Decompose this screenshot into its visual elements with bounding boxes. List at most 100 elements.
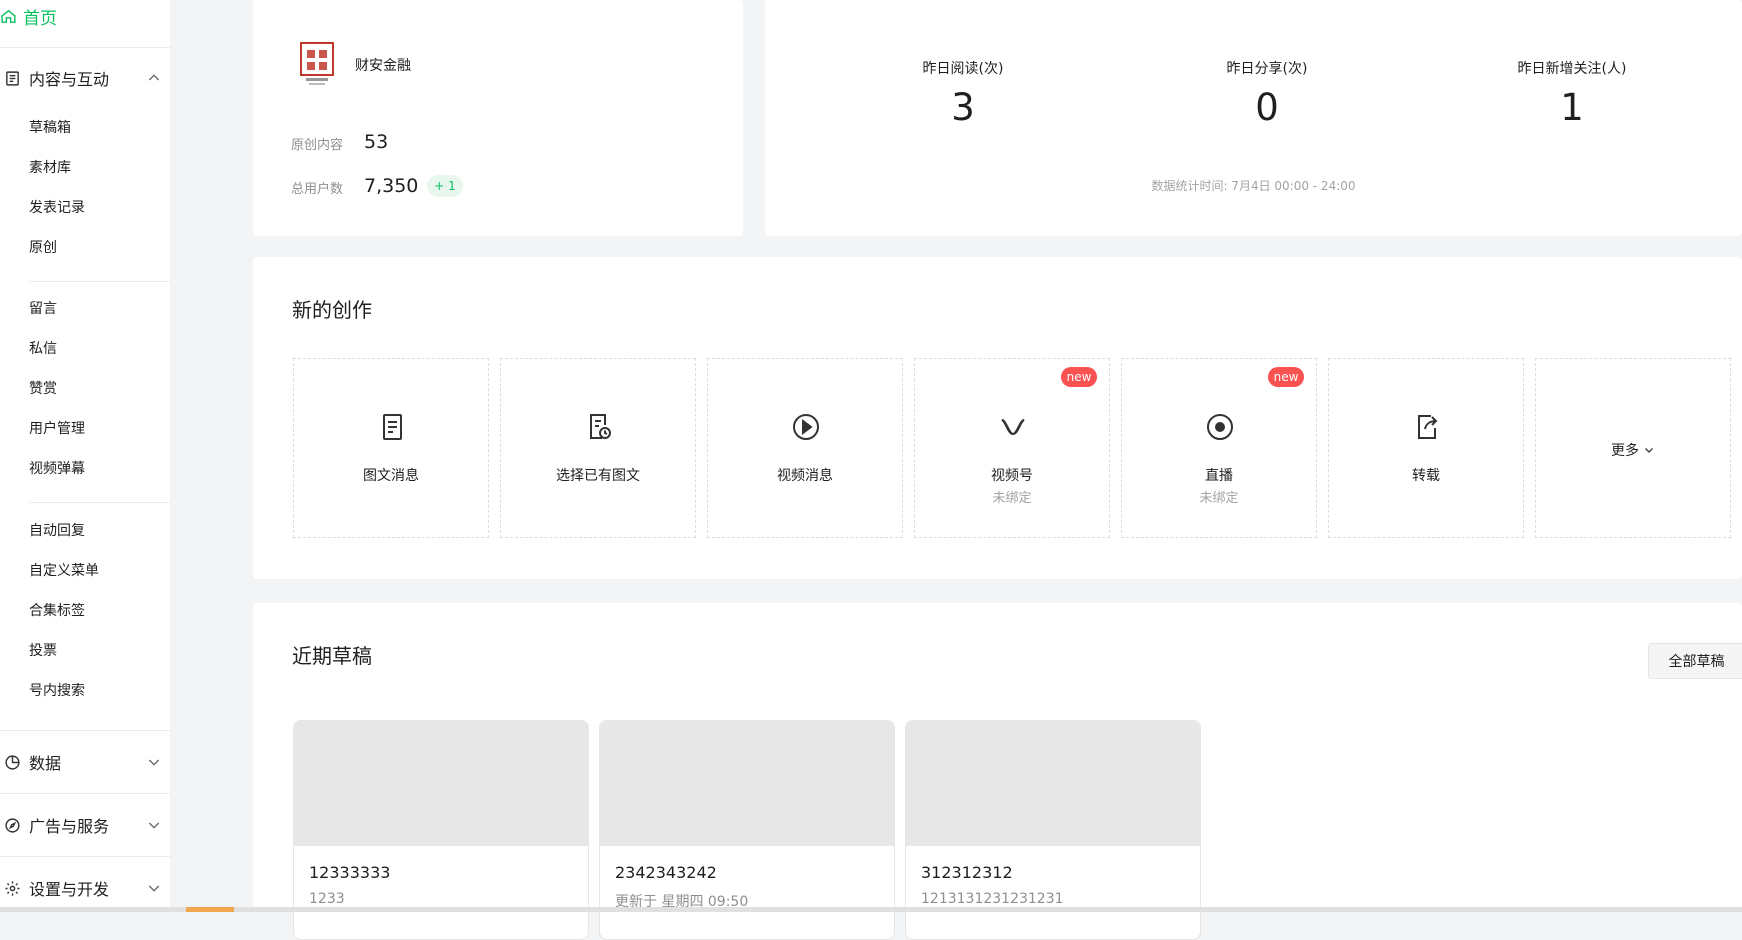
metric-value: 0 <box>1255 86 1279 129</box>
sidebar-item-rewards[interactable]: 赞赏 <box>29 379 57 399</box>
create-repost-card[interactable]: 转载 <box>1328 358 1524 538</box>
sidebar-item-video-danmaku[interactable]: 视频弹幕 <box>29 459 85 479</box>
new-badge: new <box>1268 367 1304 387</box>
document-icon <box>4 70 21 87</box>
chevron-up-icon <box>148 74 160 81</box>
sidebar-item-collection-tags[interactable]: 合集标签 <box>29 601 85 621</box>
sidebar-group-label: 内容与互动 <box>29 70 110 89</box>
metric-value: 3 <box>951 86 975 129</box>
draft-thumbnail <box>600 721 894 846</box>
scrollbar-thumb[interactable] <box>186 907 234 912</box>
divider <box>0 47 170 48</box>
chevron-down-icon <box>148 885 160 892</box>
chevron-down-icon <box>148 759 160 766</box>
sidebar-item-publish-records[interactable]: 发表记录 <box>29 198 85 218</box>
sidebar-home-label: 首页 <box>23 8 57 29</box>
create-card-label: 直播 <box>1205 468 1233 484</box>
metric-label: 昨日分享(次) <box>1226 61 1308 77</box>
sidebar-group-ads[interactable]: 广告与服务 <box>0 805 170 845</box>
sidebar-item-search[interactable]: 号内搜索 <box>29 681 85 701</box>
sidebar-group-label: 广告与服务 <box>29 817 110 836</box>
drafts-section: 近期草稿 全部草稿 12333333 1233 2342343242 更新于 星… <box>253 603 1742 940</box>
sidebar-item-materials[interactable]: 素材库 <box>29 158 71 178</box>
sidebar-item-auto-reply[interactable]: 自动回复 <box>29 521 85 541</box>
metric-label: 昨日新增关注(人) <box>1517 61 1627 77</box>
total-users-label: 总用户数 <box>291 182 344 197</box>
divider <box>0 793 170 794</box>
metrics-card: 昨日阅读(次) 3 昨日分享(次) 0 昨日新增关注(人) 1 数据统计时间: … <box>765 0 1742 236</box>
metric-new-followers: 昨日新增关注(人) 1 <box>1442 58 1702 129</box>
gear-icon <box>4 880 21 897</box>
metric-reads: 昨日阅读(次) 3 <box>833 58 1093 129</box>
channels-icon <box>1001 419 1025 436</box>
create-card-label: 转载 <box>1412 468 1440 484</box>
original-content-label: 原创内容 <box>291 138 344 153</box>
chevron-down-icon <box>1645 448 1653 453</box>
original-content-value: 53 <box>364 131 389 153</box>
stats-time-note: 数据统计时间: 7月4日 00:00 - 24:00 <box>1151 179 1356 193</box>
account-logo <box>300 42 334 85</box>
metric-label: 昨日阅读(次) <box>922 61 1004 77</box>
draft-sub: 1233 <box>309 891 345 907</box>
compass-icon <box>4 817 21 834</box>
divider <box>29 281 170 282</box>
account-card: 财安金融 原创内容 53 总用户数 7,350 + 1 <box>253 0 743 236</box>
new-badge: new <box>1061 367 1097 387</box>
create-live-card[interactable]: new 直播 未绑定 <box>1121 358 1317 538</box>
sidebar-item-comments[interactable]: 留言 <box>29 299 57 319</box>
sidebar-group-settings[interactable]: 设置与开发 <box>0 868 170 908</box>
chevron-down-icon <box>148 822 160 829</box>
sidebar-item-original[interactable]: 原创 <box>29 238 57 258</box>
create-more-card[interactable]: 更多 <box>1535 358 1731 538</box>
section-title: 近期草稿 <box>292 644 372 668</box>
create-card-label: 视频消息 <box>777 468 833 484</box>
divider <box>0 730 170 731</box>
create-select-article-card[interactable]: 选择已有图文 <box>500 358 696 538</box>
create-card-label: 选择已有图文 <box>556 468 640 484</box>
divider <box>0 856 170 857</box>
divider <box>29 502 170 503</box>
draft-title: 312312312 <box>921 863 1013 882</box>
pie-chart-icon <box>4 754 21 771</box>
document-icon <box>383 414 402 440</box>
sidebar-home[interactable]: 首页 <box>0 0 57 32</box>
more-label: 更多 <box>1611 443 1639 459</box>
create-channels-card[interactable]: new 视频号 未绑定 <box>914 358 1110 538</box>
section-title: 新的创作 <box>292 298 372 322</box>
sidebar-item-drafts[interactable]: 草稿箱 <box>29 118 71 138</box>
draft-title: 2342343242 <box>615 863 717 882</box>
share-icon <box>1418 415 1438 439</box>
play-circle-icon <box>793 414 819 440</box>
draft-thumbnail <box>294 721 588 846</box>
all-drafts-button[interactable]: 全部草稿 <box>1648 643 1742 679</box>
metric-shares: 昨日分享(次) 0 <box>1137 58 1397 129</box>
live-icon <box>1207 414 1233 440</box>
create-card-sub: 未绑定 <box>1199 491 1239 506</box>
sidebar-group-content[interactable]: 内容与互动 <box>0 58 170 98</box>
users-delta-badge: + 1 <box>427 175 463 197</box>
draft-thumbnail <box>906 721 1200 846</box>
sidebar: 首页 内容与互动 草稿箱 素材库 发表记录 原创 留言 私信 赞赏 用户管理 视… <box>0 0 170 912</box>
sidebar-item-messages[interactable]: 私信 <box>29 339 57 359</box>
create-section: 新的创作 图文消息 选择已有图文 视频消息 new 视频号 未绑定 new 直播… <box>253 257 1742 579</box>
create-card-sub: 未绑定 <box>992 491 1032 506</box>
document-clock-icon <box>590 414 611 439</box>
sidebar-item-users[interactable]: 用户管理 <box>29 419 85 439</box>
home-icon <box>0 8 17 25</box>
sidebar-item-vote[interactable]: 投票 <box>29 641 57 661</box>
more-toggle[interactable]: 更多 <box>1536 440 1730 460</box>
sidebar-group-label: 设置与开发 <box>29 880 110 899</box>
sidebar-group-label: 数据 <box>29 754 62 773</box>
metric-value: 1 <box>1560 86 1584 129</box>
sidebar-item-custom-menu[interactable]: 自定义菜单 <box>29 561 99 581</box>
sidebar-group-data[interactable]: 数据 <box>0 742 170 782</box>
total-users-value: 7,350 <box>364 175 419 197</box>
account-name: 财安金融 <box>355 58 411 74</box>
create-article-card[interactable]: 图文消息 <box>293 358 489 538</box>
draft-sub: 1213131231231231 <box>921 891 1064 907</box>
draft-title: 12333333 <box>309 863 391 882</box>
create-video-card[interactable]: 视频消息 <box>707 358 903 538</box>
create-card-label: 图文消息 <box>363 468 419 484</box>
create-card-label: 视频号 <box>991 468 1033 484</box>
horizontal-scrollbar[interactable] <box>0 907 1742 912</box>
